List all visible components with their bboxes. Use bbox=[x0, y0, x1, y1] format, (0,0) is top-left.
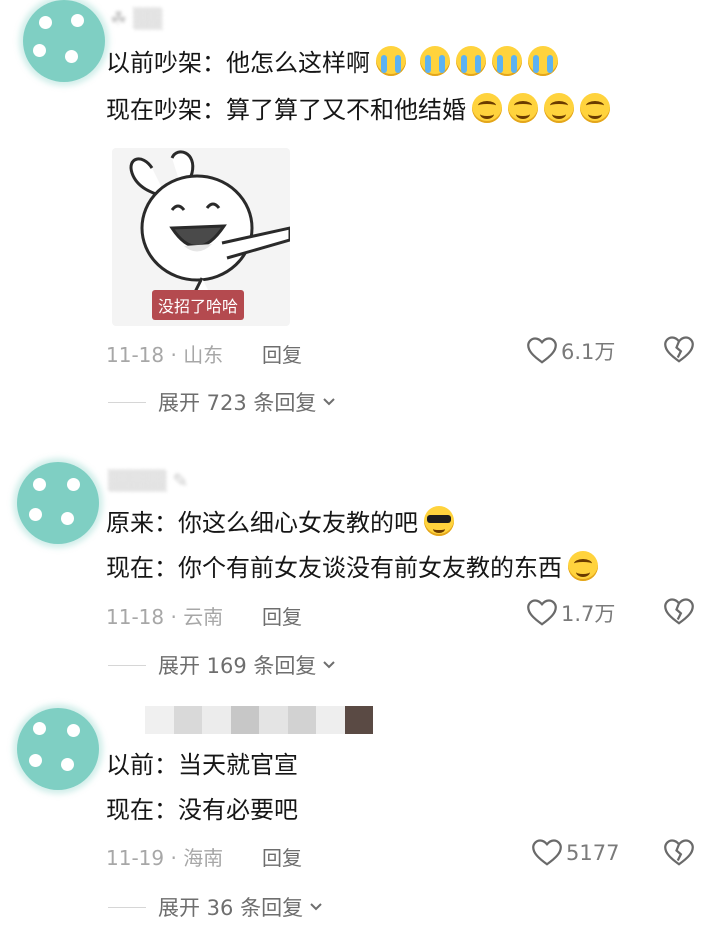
reply-button[interactable]: 回复 bbox=[262, 842, 302, 871]
like-count: 5177 bbox=[566, 841, 620, 865]
comment-line-2: 现在：没有必要吧 bbox=[106, 793, 298, 827]
comment-text: 现在：没有必要吧 bbox=[106, 796, 298, 824]
broken-heart-icon bbox=[664, 839, 694, 866]
avatar[interactable] bbox=[17, 708, 99, 790]
like-button[interactable]: 5177 bbox=[532, 839, 619, 867]
comment-3: 以前：当天就官宣 现在：没有必要吧 11-19 · 海南 回复 5177 展开 … bbox=[0, 0, 720, 942]
heart-outline-icon bbox=[532, 839, 562, 866]
comment-text: 以前：当天就官宣 bbox=[106, 751, 298, 779]
dislike-button[interactable] bbox=[664, 839, 694, 871]
date-location: 11-19 · 海南 bbox=[106, 846, 224, 870]
expand-replies-label: 展开 36 条回复 bbox=[158, 896, 304, 920]
comment-line-1: 以前：当天就官宣 bbox=[106, 748, 298, 782]
divider-line bbox=[108, 906, 146, 908]
chevron-down-icon bbox=[310, 903, 322, 911]
expand-replies[interactable]: 展开 36 条回复 bbox=[108, 892, 323, 922]
username-pixelated[interactable] bbox=[145, 706, 373, 734]
